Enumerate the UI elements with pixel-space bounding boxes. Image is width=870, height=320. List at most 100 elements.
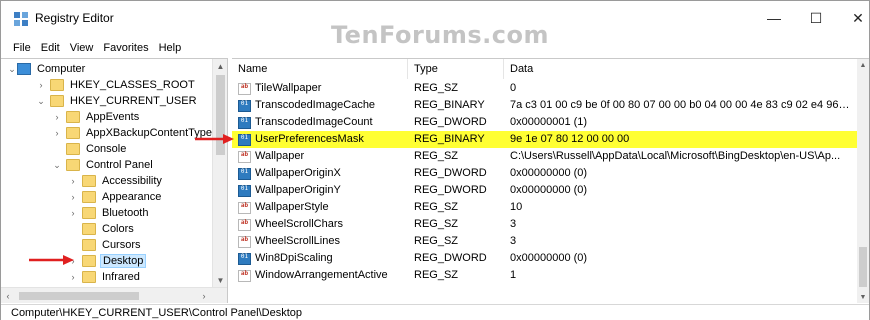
menu-view[interactable]: View bbox=[65, 39, 99, 57]
value-row[interactable]: 01 Win8DpiScaling REG_DWORD 0x00000000 (0… bbox=[232, 250, 857, 267]
scrollbar-thumb[interactable] bbox=[19, 292, 139, 300]
scrollbar-thumb[interactable] bbox=[859, 247, 867, 287]
chevron-down-icon[interactable]: ⌄ bbox=[36, 96, 46, 106]
value-name: WheelScrollChars bbox=[255, 218, 344, 230]
value-data: 7a c3 01 00 c9 be 0f 00 80 07 00 00 b0 0… bbox=[510, 99, 850, 111]
column-header-data[interactable]: Data bbox=[504, 59, 857, 79]
folder-icon bbox=[66, 111, 80, 123]
chevron-right-icon[interactable]: › bbox=[52, 128, 62, 138]
scroll-right-arrow-icon[interactable]: › bbox=[197, 289, 211, 303]
tree-vertical-scrollbar[interactable]: ▲ ▼ bbox=[212, 59, 227, 287]
string-value-icon: ab bbox=[238, 235, 251, 248]
column-header-type[interactable]: Type bbox=[408, 59, 504, 79]
chevron-right-icon[interactable]: › bbox=[36, 80, 46, 90]
value-type: REG_SZ bbox=[414, 201, 459, 213]
value-name: WheelScrollLines bbox=[255, 235, 340, 247]
value-row[interactable]: 01 WallpaperOriginY REG_DWORD 0x00000000 … bbox=[232, 182, 857, 199]
value-row[interactable]: ab WallpaperStyle REG_SZ 10 bbox=[232, 199, 857, 216]
value-name: TranscodedImageCount bbox=[255, 116, 373, 128]
folder-icon bbox=[66, 143, 80, 155]
string-value-icon: ab bbox=[238, 218, 251, 231]
maximize-button[interactable]: ☐ bbox=[801, 7, 831, 29]
tree-item-cursors[interactable]: Cursors bbox=[82, 237, 143, 253]
title-bar[interactable]: Registry Editor TenForums.com — ☐ ✕ bbox=[1, 1, 870, 49]
value-row[interactable]: ab WheelScrollChars REG_SZ 3 bbox=[232, 216, 857, 233]
window-title: Registry Editor bbox=[35, 11, 114, 25]
chevron-right-icon[interactable]: › bbox=[68, 272, 78, 282]
tree-item-appevents[interactable]: › AppEvents bbox=[56, 109, 141, 125]
tree-item-label: Desktop bbox=[100, 254, 147, 268]
value-name: UserPreferencesMask bbox=[255, 133, 364, 145]
menu-file[interactable]: File bbox=[1, 39, 36, 57]
folder-icon bbox=[82, 191, 96, 203]
tree-item-hkey-current-user[interactable]: ⌄ HKEY_CURRENT_USER bbox=[37, 93, 199, 109]
tree-item-computer[interactable]: ⌄ Computer bbox=[8, 61, 87, 77]
value-data: 0x00000000 (0) bbox=[510, 184, 588, 196]
tree-item-label: Cursors bbox=[102, 239, 141, 251]
value-row[interactable]: ab Wallpaper REG_SZ C:\Users\Russell\AppD… bbox=[232, 148, 857, 165]
menu-edit[interactable]: Edit bbox=[36, 39, 65, 57]
scroll-up-arrow-icon[interactable]: ▲ bbox=[857, 59, 869, 71]
value-type: REG_DWORD bbox=[414, 167, 487, 179]
scroll-down-arrow-icon[interactable]: ▼ bbox=[857, 291, 869, 303]
tree-item-label: HKEY_CLASSES_ROOT bbox=[70, 79, 195, 91]
red-arrow-icon bbox=[29, 255, 74, 265]
value-row[interactable]: ab WindowArrangementActive REG_SZ 1 bbox=[232, 267, 857, 284]
value-row[interactable]: 01 TranscodedImageCache REG_BINARY 7a c3 … bbox=[232, 97, 857, 114]
tree-item-appxbackupcontenttype[interactable]: › AppXBackupContentType bbox=[56, 125, 214, 141]
binary-value-icon: 01 bbox=[238, 116, 251, 129]
string-value-icon: ab bbox=[238, 201, 251, 214]
values-list[interactable]: Name Type Data ab TileWallpaper REG_SZ 0 … bbox=[232, 58, 869, 303]
value-data: 9e 1e 07 80 12 00 00 00 bbox=[510, 133, 630, 145]
tree-item-hkey-classes-root[interactable]: › HKEY_CLASSES_ROOT bbox=[40, 77, 197, 93]
tree-item-bluetooth[interactable]: › Bluetooth bbox=[72, 205, 150, 221]
chevron-down-icon[interactable]: ⌄ bbox=[52, 160, 62, 170]
folder-icon bbox=[50, 95, 64, 107]
close-button[interactable]: ✕ bbox=[843, 7, 870, 29]
scroll-left-arrow-icon[interactable]: ‹ bbox=[1, 289, 15, 303]
menu-help[interactable]: Help bbox=[154, 39, 187, 57]
chevron-right-icon[interactable]: › bbox=[68, 192, 78, 202]
tree-item-accessibility[interactable]: › Accessibility bbox=[72, 173, 164, 189]
value-data: 1 bbox=[510, 269, 517, 281]
binary-value-icon: 01 bbox=[238, 99, 251, 112]
value-type: REG_SZ bbox=[414, 218, 459, 230]
value-row[interactable]: 01 WallpaperOriginX REG_DWORD 0x00000000 … bbox=[232, 165, 857, 182]
chevron-right-icon[interactable]: › bbox=[68, 176, 78, 186]
scroll-down-arrow-icon[interactable]: ▼ bbox=[213, 273, 227, 287]
values-vertical-scrollbar[interactable]: ▲ ▼ bbox=[857, 59, 869, 303]
scroll-up-arrow-icon[interactable]: ▲ bbox=[213, 59, 227, 73]
registry-tree[interactable]: ⌄ Computer › HKEY_CLASSES_ROOT ⌄ HKEY_CU… bbox=[1, 58, 228, 303]
menu-favorites[interactable]: Favorites bbox=[98, 39, 153, 57]
registry-editor-icon bbox=[14, 12, 28, 26]
column-header-name[interactable]: Name bbox=[232, 59, 408, 79]
value-data: 3 bbox=[510, 235, 517, 247]
value-row[interactable]: ab TileWallpaper REG_SZ 0 bbox=[232, 80, 857, 97]
chevron-right-icon[interactable]: › bbox=[52, 112, 62, 122]
value-row[interactable]: 01 TranscodedImageCount REG_DWORD 0x00000… bbox=[232, 114, 857, 131]
chevron-right-icon[interactable]: › bbox=[68, 208, 78, 218]
tree-item-console[interactable]: Console bbox=[66, 141, 128, 157]
tree-item-infrared[interactable]: › Infrared bbox=[72, 269, 142, 285]
value-data: 0x00000000 (0) bbox=[510, 252, 588, 264]
value-data: 3 bbox=[510, 218, 517, 230]
value-data: 0x00000001 (1) bbox=[510, 116, 588, 128]
tree-item-desktop[interactable]: › Desktop bbox=[72, 253, 147, 269]
string-value-icon: ab bbox=[238, 269, 251, 282]
chevron-down-icon[interactable]: ⌄ bbox=[7, 64, 17, 74]
value-name: TranscodedImageCache bbox=[255, 99, 376, 111]
value-row-highlighted[interactable]: 01 UserPreferencesMask REG_BINARY 9e 1e 0… bbox=[232, 131, 857, 148]
tree-item-control-panel[interactable]: ⌄ Control Panel bbox=[53, 157, 155, 173]
tree-item-label: HKEY_CURRENT_USER bbox=[70, 95, 197, 107]
tree-horizontal-scrollbar[interactable]: ‹ › bbox=[1, 287, 227, 303]
string-value-icon: ab bbox=[238, 82, 251, 95]
value-row[interactable]: ab WheelScrollLines REG_SZ 3 bbox=[232, 233, 857, 250]
registry-editor-window: Registry Editor TenForums.com — ☐ ✕ File… bbox=[0, 0, 870, 320]
minimize-button[interactable]: — bbox=[759, 7, 789, 29]
status-bar-path: Computer\HKEY_CURRENT_USER\Control Panel… bbox=[1, 304, 869, 320]
computer-icon bbox=[17, 63, 31, 75]
value-type: REG_SZ bbox=[414, 82, 459, 94]
tree-item-appearance[interactable]: › Appearance bbox=[72, 189, 163, 205]
tree-item-label: Control Panel bbox=[86, 159, 153, 171]
tree-item-colors[interactable]: Colors bbox=[82, 221, 136, 237]
